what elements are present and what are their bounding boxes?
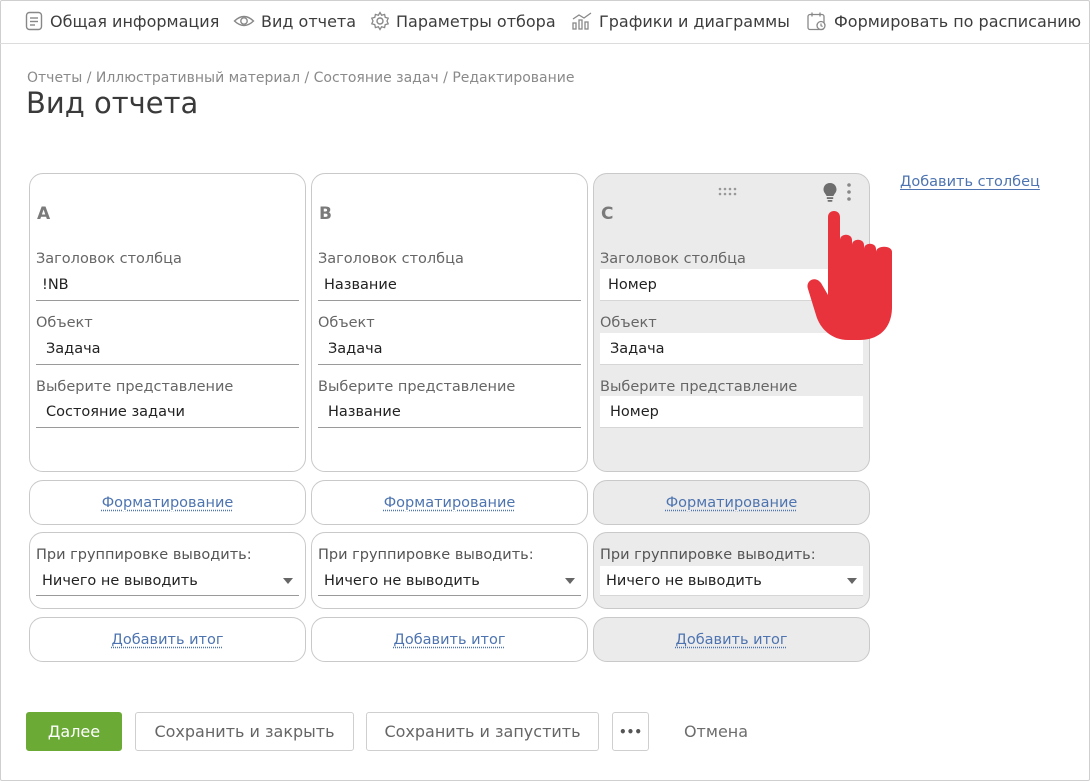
header-label: Заголовок столбца: [318, 251, 464, 267]
group-select-value: Ничего не выводить: [606, 573, 762, 589]
view-label: Выберите представление: [318, 379, 516, 395]
format-link[interactable]: Форматирование: [102, 495, 234, 511]
column-card-b: B Заголовок столбца Название Объект Зада…: [311, 173, 588, 472]
view-input[interactable]: Название: [318, 396, 581, 428]
caret-down-icon: [565, 578, 575, 584]
chart-icon: [572, 12, 592, 30]
format-card-a: Форматирование: [29, 480, 306, 525]
add-total-card-b: Добавить итог: [311, 617, 588, 662]
tab-label: Общая информация: [50, 11, 220, 31]
group-select-value: Ничего не выводить: [42, 573, 198, 589]
group-label: При группировке выводить:: [318, 547, 534, 563]
gear-icon: [370, 11, 390, 31]
eye-icon: [233, 15, 255, 27]
format-link[interactable]: Форматирование: [384, 495, 516, 511]
object-label: Объект: [36, 315, 93, 331]
format-card-b: Форматирование: [311, 480, 588, 525]
add-total-link[interactable]: Добавить итог: [394, 632, 506, 648]
object-label: Объект: [318, 315, 375, 331]
tab-filter-params[interactable]: Параметры отбора: [370, 8, 556, 34]
tab-schedule[interactable]: Формировать по расписанию: [806, 8, 1081, 34]
group-select-value: Ничего не выводить: [324, 573, 480, 589]
view-label: Выберите представление: [600, 379, 798, 395]
more-vertical-icon[interactable]: [846, 182, 852, 204]
page-title: Вид отчета: [26, 86, 199, 120]
drag-handle-icon[interactable]: [718, 187, 740, 197]
more-button[interactable]: •••: [612, 712, 649, 751]
tab-label: Параметры отбора: [396, 11, 556, 31]
object-input[interactable]: Задача: [36, 333, 299, 365]
group-select[interactable]: Ничего не выводить: [600, 566, 863, 596]
tab-label: Графики и диаграммы: [599, 11, 790, 31]
caret-down-icon: [283, 578, 293, 584]
view-label: Выберите представление: [36, 379, 234, 395]
tab-charts[interactable]: Графики и диаграммы: [571, 8, 790, 34]
cancel-button[interactable]: Отмена: [668, 712, 764, 751]
hand-pointer-icon: [807, 211, 892, 340]
column-card-a: A Заголовок столбца !NB Объект Задача Вы…: [29, 173, 306, 472]
group-card-a: При группировке выводить: Ничего не выво…: [29, 532, 306, 609]
group-card-b: При группировке выводить: Ничего не выво…: [311, 532, 588, 609]
add-total-link[interactable]: Добавить итог: [676, 632, 788, 648]
header-input[interactable]: !NB: [36, 269, 299, 301]
view-input[interactable]: Номер: [600, 396, 863, 428]
tab-general-info[interactable]: Общая информация: [24, 8, 219, 34]
object-label: Объект: [600, 315, 657, 331]
header-label: Заголовок столбца: [600, 251, 746, 267]
add-total-card-c: Добавить итог: [593, 617, 870, 662]
column-letter: B: [319, 204, 332, 224]
add-total-card-a: Добавить итог: [29, 617, 306, 662]
calendar-icon: [807, 12, 826, 31]
tab-report-view[interactable]: Вид отчета: [233, 8, 356, 34]
lightbulb-icon[interactable]: [822, 182, 838, 204]
group-label: При группировке выводить:: [36, 547, 252, 563]
format-link[interactable]: Форматирование: [666, 495, 798, 511]
group-select[interactable]: Ничего не выводить: [318, 566, 581, 596]
view-input[interactable]: Состояние задачи: [36, 396, 299, 428]
group-card-c: При группировке выводить: Ничего не выво…: [593, 532, 870, 609]
column-letter: C: [601, 204, 614, 224]
save-run-button[interactable]: Сохранить и запустить: [366, 712, 599, 751]
group-select[interactable]: Ничего не выводить: [36, 566, 299, 596]
document-icon: [25, 11, 43, 31]
header-label: Заголовок столбца: [36, 251, 182, 267]
save-close-button[interactable]: Сохранить и закрыть: [135, 712, 354, 751]
add-column-link[interactable]: Добавить столбец: [900, 174, 1040, 190]
group-label: При группировке выводить:: [600, 547, 816, 563]
format-card-c: Форматирование: [593, 480, 870, 525]
caret-down-icon: [847, 578, 857, 584]
column-letter: A: [37, 204, 51, 224]
object-input[interactable]: Задача: [318, 333, 581, 365]
next-button[interactable]: Далее: [26, 712, 122, 751]
tab-label: Формировать по расписанию: [834, 11, 1082, 31]
header-input[interactable]: Название: [318, 269, 581, 301]
breadcrumb: Отчеты / Иллюстративный материал / Состо…: [27, 70, 575, 86]
tab-bar: Общая информация Вид отчета Параметры от…: [0, 0, 1090, 44]
tab-label: Вид отчета: [261, 11, 357, 31]
add-total-link[interactable]: Добавить итог: [112, 632, 224, 648]
